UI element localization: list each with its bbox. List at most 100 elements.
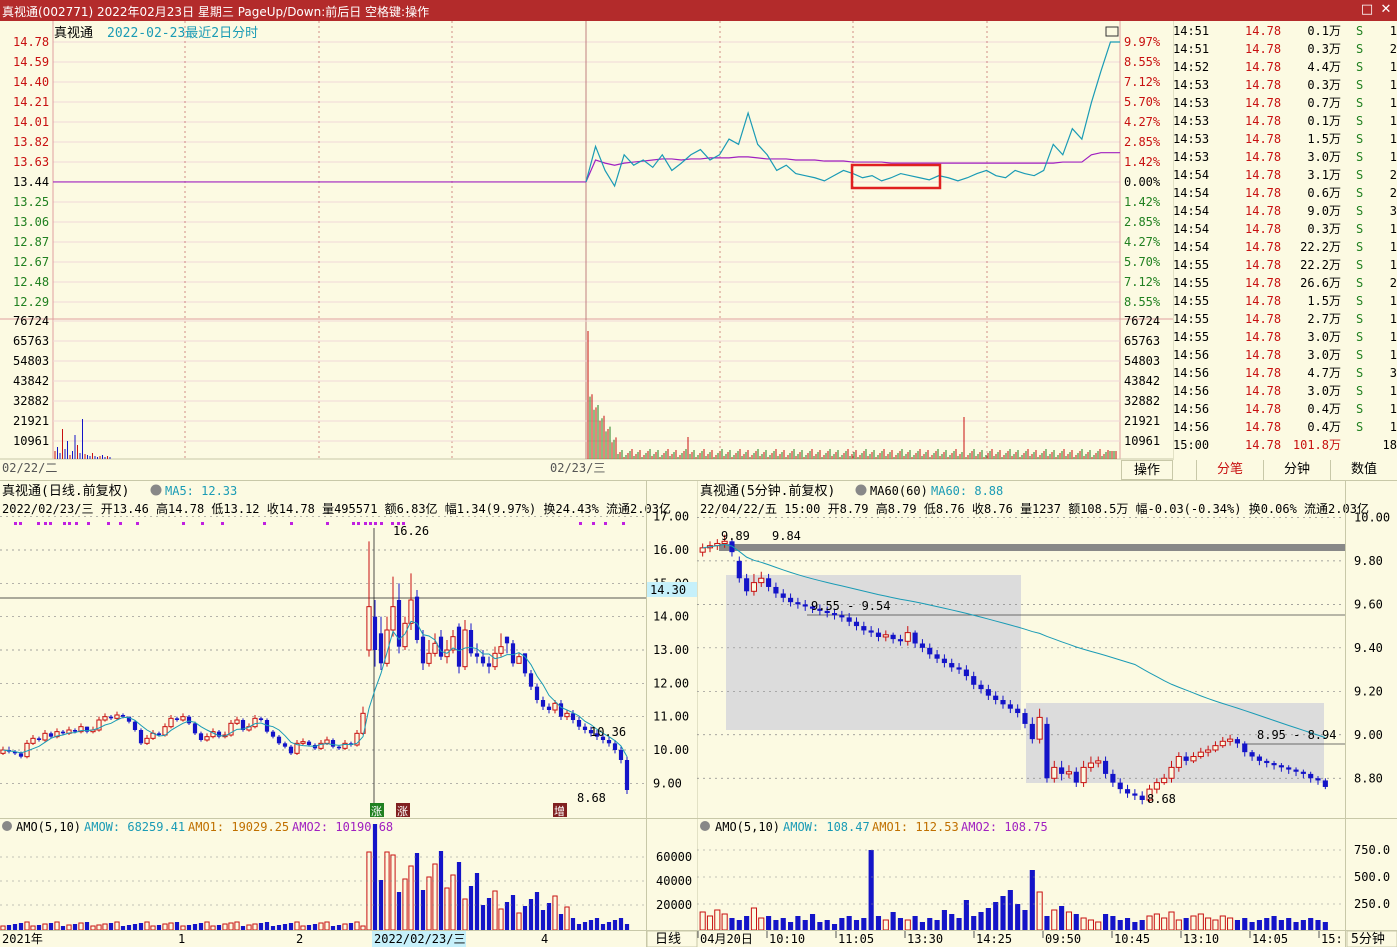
amo-bar xyxy=(162,923,168,931)
tab-values[interactable]: 数值 xyxy=(1330,460,1397,480)
min5-price-tick: 9.00 xyxy=(1354,728,1383,742)
amo-bar xyxy=(1073,914,1079,930)
tick-count: 3 xyxy=(1390,366,1397,380)
amo-bar xyxy=(766,916,772,930)
candle-body xyxy=(174,718,180,720)
min5-amow: AMOW: 108.47 xyxy=(783,820,870,834)
tick-side: S xyxy=(1356,168,1363,182)
candle-body xyxy=(42,732,48,741)
candle-body xyxy=(426,652,432,664)
amo-bar xyxy=(1153,913,1160,931)
volume-tick-right: 43842 xyxy=(1124,374,1160,388)
amo-bar xyxy=(480,905,486,930)
candle-body xyxy=(1161,777,1168,784)
volume-tick-right: 10961 xyxy=(1124,434,1160,448)
amo-bar xyxy=(714,909,721,931)
candle-body xyxy=(1293,769,1299,772)
amo-bar xyxy=(294,921,300,931)
amo-bar xyxy=(156,925,162,930)
candle-body xyxy=(540,700,546,707)
amo-bar xyxy=(861,918,867,930)
pct-tick: 8.55% xyxy=(1124,55,1161,69)
restore-icon[interactable]: □ xyxy=(1359,2,1375,18)
intraday-stock-name: 真视通 xyxy=(54,26,93,41)
daily-price-tick: 10.00 xyxy=(653,743,689,757)
daily-kline-chart[interactable]: 真视通(日线.前复权) MA5: 12.33 2022/02/23/三 开13.… xyxy=(0,480,697,947)
volume-tick: 43842 xyxy=(13,374,49,388)
tick-price: 14.78 xyxy=(1245,114,1281,128)
candle-body xyxy=(773,586,779,594)
tick-count: 1 xyxy=(1390,258,1397,272)
tab-ticks[interactable]: 分笔 xyxy=(1196,460,1263,480)
operate-button[interactable]: 操作 xyxy=(1121,460,1173,480)
amo-bar xyxy=(897,918,904,930)
signal-dot xyxy=(14,522,17,525)
amo-bar xyxy=(1080,917,1087,931)
amo-bar xyxy=(941,910,947,930)
candle-body xyxy=(144,737,150,744)
min5-price-tick: 9.40 xyxy=(1354,641,1383,655)
amo-bar xyxy=(802,920,808,930)
min5-price-tick: 9.20 xyxy=(1354,684,1383,698)
tick-volume: 3.0万 xyxy=(1307,384,1341,398)
amo-bar xyxy=(721,913,728,931)
volume-tick: 65763 xyxy=(13,334,49,348)
candle-body xyxy=(904,632,911,642)
candle-body xyxy=(486,663,492,667)
daily-amo-label: AMO(5,10) xyxy=(16,820,81,834)
tick-count: 1 xyxy=(1390,348,1397,362)
amo-bar xyxy=(971,916,977,930)
min5-info: 22/04/22/五 15:00 开8.79 高8.79 低8.76 收8.76… xyxy=(700,501,1369,516)
amo-bar xyxy=(234,921,240,931)
tick-count: 1 xyxy=(1390,384,1397,398)
min5-amo1: AMO1: 112.53 xyxy=(872,820,959,834)
intraday-chart[interactable]: 真视通 2022-02-23最近2日分时 14.78 14.59 14.40 14.2… xyxy=(0,21,1173,480)
tick-side: S xyxy=(1356,258,1363,272)
amo-bar xyxy=(138,923,144,930)
price-tick: 14.21 xyxy=(13,95,49,109)
candle-body xyxy=(927,647,933,655)
amo-bar xyxy=(1015,904,1021,930)
candle-body xyxy=(993,695,999,700)
close-icon[interactable]: ✕ xyxy=(1378,2,1394,18)
amo-bar xyxy=(1308,918,1314,930)
daily-mid-label: 10.36 xyxy=(590,725,626,739)
amo-bar xyxy=(1197,913,1204,931)
min5-band1-label: 9.55 - 9.54 xyxy=(811,599,890,613)
tab-minutes[interactable]: 分钟 xyxy=(1263,460,1330,480)
tick-price: 14.78 xyxy=(1245,276,1281,290)
candle-body xyxy=(132,721,138,730)
amo-bar xyxy=(978,912,984,930)
amo-bar xyxy=(336,925,342,930)
signal-dot xyxy=(369,522,372,525)
tick-price: 14.78 xyxy=(1245,24,1281,38)
signal-dot xyxy=(622,522,625,525)
signal-dot xyxy=(68,522,71,525)
amo-bar xyxy=(192,924,198,930)
tick-time: 14:55 xyxy=(1173,312,1209,326)
amo-bar xyxy=(1227,917,1234,931)
amo-bar xyxy=(228,922,234,931)
daily-high-label: 16.26 xyxy=(393,524,429,538)
candle-body xyxy=(282,743,288,747)
candle-body xyxy=(36,738,42,740)
tick-side: S xyxy=(1356,312,1363,326)
tick-time: 14:56 xyxy=(1173,402,1209,416)
min5-kline-chart[interactable]: 真视通(5分钟.前复权) MA60(60) MA60: 8.88 22/04/2… xyxy=(697,480,1397,947)
min5-x-label: 10:10 xyxy=(769,932,805,946)
amo-bar xyxy=(853,920,860,930)
tick-side: S xyxy=(1356,132,1363,146)
amo-bar xyxy=(252,923,258,931)
tick-price: 14.78 xyxy=(1245,312,1281,326)
tick-volume: 101.8万 xyxy=(1293,438,1341,452)
amo-bar xyxy=(72,924,78,930)
cursor-price: 14.30 xyxy=(650,583,686,597)
tick-time: 15:00 xyxy=(1173,438,1209,452)
candle-body xyxy=(1103,760,1109,774)
daily-amo2: AMO2: 10190.68 xyxy=(292,820,393,834)
signal-dot xyxy=(119,522,122,525)
candle-body xyxy=(853,621,860,627)
pct-tick: 7.12% xyxy=(1124,275,1161,289)
candle-body xyxy=(420,636,426,664)
intraday-date-label: 2022-02-23最近2日分时 xyxy=(107,26,258,41)
